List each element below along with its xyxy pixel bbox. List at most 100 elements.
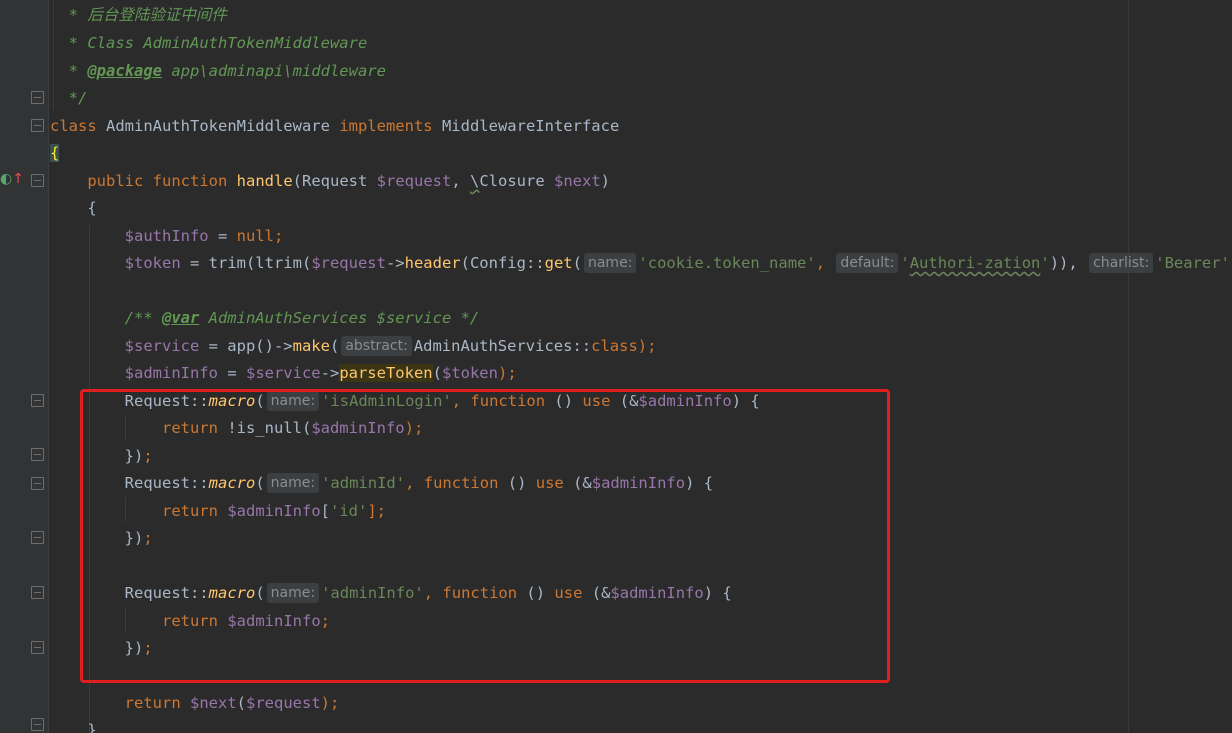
code-line: { bbox=[50, 195, 97, 222]
doc-comment: */ bbox=[68, 89, 88, 107]
highlight-annotation-box bbox=[80, 389, 890, 683]
code-line: * @package app\adminapi\middleware bbox=[50, 58, 386, 85]
string-literal: Authori-zation bbox=[909, 254, 1041, 272]
code-text: = app()-> bbox=[199, 337, 293, 355]
code-text: ( bbox=[236, 694, 247, 712]
code-text: \ bbox=[470, 172, 480, 190]
code-text: = trim(ltrim( bbox=[180, 254, 312, 272]
code-text: (Config:: bbox=[460, 254, 545, 272]
code-line: * 后台登陆验证中间件 bbox=[50, 2, 227, 29]
fold-marker-icon[interactable] bbox=[31, 119, 44, 132]
code-text: ); bbox=[497, 364, 517, 382]
code-line: class AdminAuthTokenMiddleware implement… bbox=[50, 113, 619, 140]
doc-tag: @var bbox=[161, 309, 200, 327]
code-line: /** @var AdminAuthServices $service */ bbox=[50, 305, 480, 332]
code-text: ( bbox=[329, 337, 340, 355]
doc-comment: app\adminapi\middleware bbox=[162, 62, 386, 80]
keyword: return bbox=[124, 694, 181, 712]
editor-gutter[interactable] bbox=[0, 0, 48, 733]
interface-name: MiddlewareInterface bbox=[432, 117, 620, 135]
code-text: ( bbox=[432, 364, 442, 382]
fold-marker-icon[interactable] bbox=[31, 448, 44, 461]
variable: $token bbox=[441, 364, 498, 382]
code-text: ) bbox=[600, 172, 611, 190]
string-literal: 'Bearer' bbox=[1155, 254, 1230, 272]
fold-marker-icon[interactable] bbox=[31, 641, 44, 654]
class-name: AdminAuthTokenMiddleware bbox=[96, 117, 340, 135]
fold-marker-icon[interactable] bbox=[31, 718, 44, 731]
string-literal: 'cookie.token_name' bbox=[638, 254, 816, 272]
code-text: { bbox=[87, 199, 97, 217]
code-text: Closure bbox=[479, 172, 554, 190]
code-line: */ bbox=[50, 85, 88, 112]
doc-comment: AdminAuthServices $service */ bbox=[199, 309, 480, 327]
code-line: * Class AdminAuthTokenMiddleware bbox=[50, 30, 368, 57]
matched-brace: { bbox=[50, 144, 60, 162]
code-text: ( bbox=[572, 254, 582, 272]
variable: $token bbox=[124, 254, 181, 272]
code-text: = bbox=[217, 364, 246, 382]
variable: $service bbox=[124, 337, 200, 355]
code-line: return $next($request); bbox=[50, 690, 340, 717]
code-text: ; bbox=[273, 227, 284, 245]
code-editor[interactable]: ◐↑ * 后台登陆验证中间件 * Class AdminAuthTokenMid… bbox=[0, 0, 1232, 733]
string-literal: ' bbox=[900, 254, 910, 272]
method-name: get bbox=[544, 254, 573, 272]
doc-tag: @package bbox=[87, 62, 162, 80]
variable: $next bbox=[554, 172, 601, 190]
keyword: class bbox=[591, 337, 638, 355]
code-text: ); bbox=[320, 694, 340, 712]
code-line: { bbox=[50, 140, 60, 167]
fold-marker-icon[interactable] bbox=[31, 531, 44, 544]
string-literal: ' bbox=[1040, 254, 1050, 272]
fold-marker-icon[interactable] bbox=[31, 91, 44, 104]
code-text: = bbox=[208, 227, 237, 245]
code-text: , bbox=[815, 254, 835, 272]
fold-marker-icon[interactable] bbox=[31, 477, 44, 490]
code-line: public function handle(Request $request,… bbox=[50, 168, 610, 195]
code-line: } bbox=[50, 717, 97, 733]
code-line: $authInfo = null; bbox=[50, 223, 284, 250]
keyword: function bbox=[152, 172, 228, 190]
code-text: -> bbox=[385, 254, 405, 272]
param-hint: charlist: bbox=[1089, 253, 1154, 273]
code-line: $adminInfo = $service->parseToken($token… bbox=[50, 360, 517, 387]
doc-comment: * Class AdminAuthTokenMiddleware bbox=[68, 34, 368, 52]
gutter-divider bbox=[48, 0, 49, 733]
doc-comment: * 后台登陆验证中间件 bbox=[68, 6, 227, 24]
method-name: make bbox=[292, 337, 330, 355]
code-text: -> bbox=[320, 364, 340, 382]
code-text: )), bbox=[1049, 254, 1078, 272]
param-hint: name: bbox=[583, 253, 637, 273]
code-text: } bbox=[87, 721, 97, 733]
variable: $adminInfo bbox=[124, 364, 218, 382]
right-margin-guide bbox=[1128, 0, 1129, 733]
variable: $next bbox=[190, 694, 237, 712]
keyword: public bbox=[87, 172, 144, 190]
param-hint: abstract: bbox=[341, 336, 412, 356]
variable: $authInfo bbox=[124, 227, 209, 245]
param-hint: default: bbox=[836, 253, 899, 273]
implements-method-icon[interactable]: ◐↑ bbox=[0, 171, 24, 187]
variable: $request bbox=[376, 172, 452, 190]
code-line: $service = app()->make(abstract: AdminAut… bbox=[50, 333, 656, 360]
keyword: implements bbox=[339, 117, 433, 135]
fold-marker-icon[interactable] bbox=[31, 174, 44, 187]
variable: $service bbox=[245, 364, 321, 382]
code-line: $token = trim(ltrim($request->header(Con… bbox=[50, 250, 1232, 277]
variable: $request bbox=[246, 694, 321, 712]
variable: $request bbox=[311, 254, 386, 272]
keyword: null bbox=[236, 227, 274, 245]
code-text: , bbox=[451, 172, 470, 190]
fold-marker-icon[interactable] bbox=[31, 586, 44, 599]
doc-comment: /** bbox=[124, 309, 162, 327]
method-name: handle bbox=[236, 172, 293, 190]
method-name: header bbox=[404, 254, 461, 272]
code-text: AdminAuthServices:: bbox=[413, 337, 592, 355]
code-text: ); bbox=[637, 337, 657, 355]
method-name: parseToken bbox=[339, 364, 433, 382]
doc-comment: * bbox=[68, 62, 88, 80]
code-text: (Request bbox=[292, 172, 377, 190]
keyword: class bbox=[50, 117, 97, 135]
fold-marker-icon[interactable] bbox=[31, 394, 44, 407]
